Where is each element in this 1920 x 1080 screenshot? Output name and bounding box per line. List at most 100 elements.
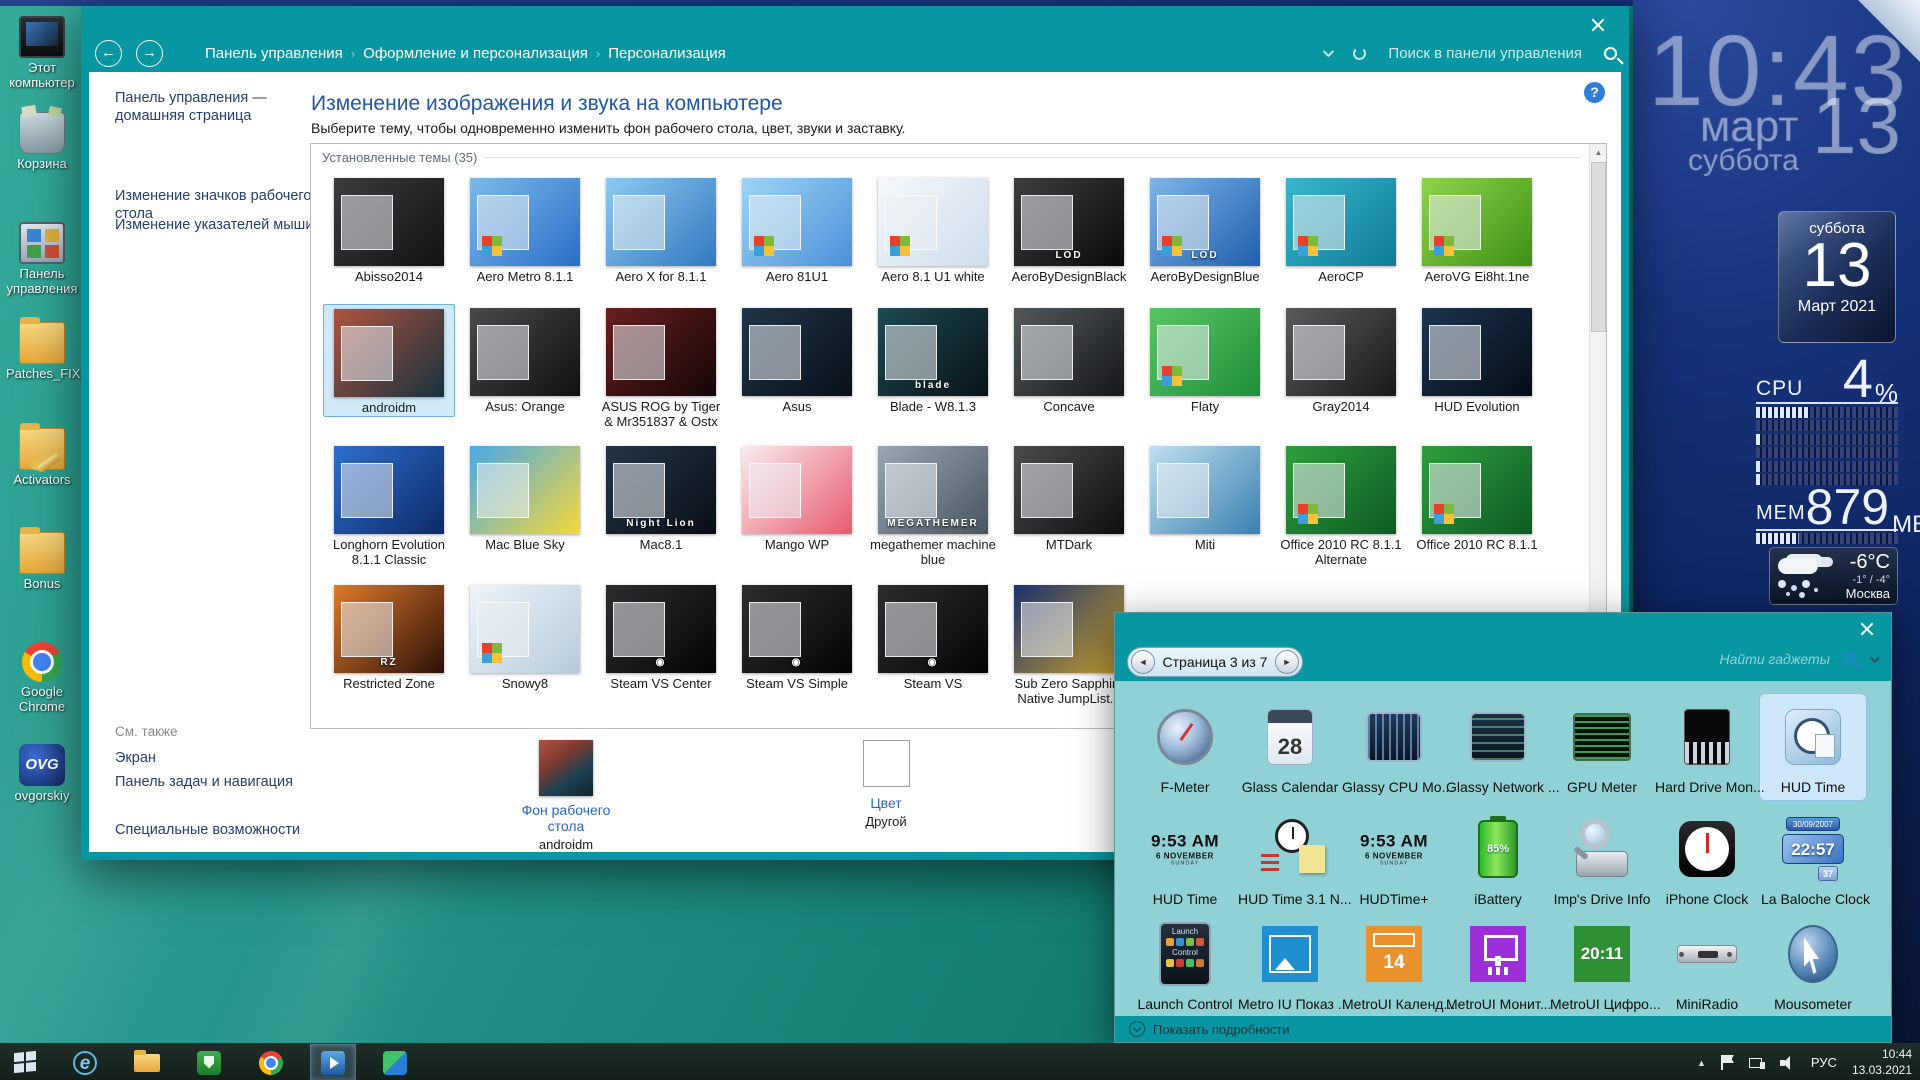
theme-tile[interactable]: MTDark: [1003, 442, 1135, 553]
theme-tile[interactable]: Asus: [731, 304, 863, 415]
theme-tile[interactable]: ◉ Steam VS: [867, 581, 999, 692]
desktop-icon-chrome[interactable]: Google Chrome: [6, 642, 78, 715]
gadget-tile[interactable]: Metro IU Показ ...: [1238, 918, 1349, 1012]
gadget-tile[interactable]: Glassy CPU Mo...: [1342, 701, 1453, 795]
theme-tile[interactable]: Night Lion Mac8.1: [595, 442, 727, 553]
gadget-tile[interactable]: Glassy Network ...: [1446, 701, 1560, 795]
search-icon[interactable]: [1844, 653, 1856, 665]
gadget-tile[interactable]: iPhone Clock: [1655, 813, 1759, 907]
desktop-icon-folder[interactable]: Bonus: [6, 527, 78, 592]
search-input[interactable]: Поиск в панели управления: [1388, 45, 1582, 62]
gadgets-search[interactable]: Найти гаджеты: [1719, 651, 1880, 667]
theme-tile[interactable]: ◉ Steam VS Center: [595, 581, 727, 692]
theme-tile[interactable]: Aero 8.1 U1 white: [867, 174, 999, 285]
sidebar-link[interactable]: Панель задач и навигация: [115, 774, 325, 792]
gadget-tile[interactable]: 9:53 AM 6 NOVEMBER SUNDAY HUDTime+: [1342, 813, 1446, 908]
refresh-icon[interactable]: [1353, 46, 1367, 60]
gadget-tile[interactable]: F-Meter: [1133, 701, 1237, 795]
theme-tile[interactable]: Miti: [1139, 442, 1271, 553]
taskbar-app-folder[interactable]: [124, 1044, 170, 1080]
action-center-icon[interactable]: [1720, 1055, 1734, 1070]
theme-tile[interactable]: ◉ Steam VS Simple: [731, 581, 863, 692]
taskbar-app-shield[interactable]: [186, 1044, 232, 1080]
breadcrumb-item[interactable]: Панель управления: [205, 45, 343, 62]
theme-tile[interactable]: MEGATHEMER megathemer machine blue: [867, 442, 999, 568]
scroll-up-icon[interactable]: ▲: [1590, 144, 1606, 161]
gadget-tile[interactable]: HUD Time 3.1 N...: [1238, 813, 1352, 907]
breadcrumb-item[interactable]: Персонализация: [608, 45, 726, 62]
sidebar-link[interactable]: Экран: [115, 750, 325, 768]
gadget-tile[interactable]: Launch Control Launch Control: [1133, 918, 1237, 1012]
theme-tile[interactable]: RZ Restricted Zone: [323, 581, 455, 692]
back-button[interactable]: ←: [95, 39, 122, 67]
theme-tile[interactable]: Aero X for 8.1.1: [595, 174, 727, 285]
scrollbar-thumb[interactable]: [1591, 162, 1606, 332]
start-button[interactable]: [0, 1044, 52, 1080]
desktop-icon-folder[interactable]: Patches_FIX: [6, 317, 80, 382]
close-icon[interactable]: [1589, 16, 1607, 34]
gadget-tile[interactable]: MetroUI Монит...: [1446, 918, 1551, 1012]
gadget-tile[interactable]: 20:11 MetroUI Цифро...: [1550, 918, 1661, 1012]
theme-tile[interactable]: Gray2014: [1275, 304, 1407, 415]
pager-prev-icon[interactable]: ◄: [1131, 650, 1155, 674]
desktop-icon-computer[interactable]: Этот компьютер: [6, 16, 78, 91]
weather-gadget[interactable]: -6°C -1° / -4° Москва: [1769, 547, 1898, 605]
theme-tile[interactable]: androidm: [323, 304, 455, 417]
forward-button[interactable]: →: [136, 39, 163, 67]
gadget-tile[interactable]: 28 Glass Calendar: [1238, 701, 1342, 795]
taskbar-app-capture[interactable]: [372, 1044, 418, 1080]
theme-tile[interactable]: blade Blade - W8.1.3: [867, 304, 999, 415]
show-details-label[interactable]: Показать подробности: [1153, 1022, 1289, 1037]
taskbar-app-ie[interactable]: e: [62, 1044, 108, 1080]
pager-next-icon[interactable]: ►: [1275, 650, 1299, 674]
network-icon[interactable]: [1748, 1056, 1765, 1069]
chevron-down-icon[interactable]: [1869, 652, 1880, 663]
theme-tile[interactable]: Concave: [1003, 304, 1135, 415]
theme-tile[interactable]: Asus: Orange: [459, 304, 591, 415]
theme-tile[interactable]: LOD AeroByDesignBlack: [1003, 174, 1135, 285]
gadget-tile[interactable]: GPU Meter: [1550, 701, 1654, 795]
theme-tile[interactable]: Abisso2014: [323, 174, 455, 285]
personalization-footer-item[interactable]: Цвет Другой: [839, 740, 933, 829]
chevron-down-icon[interactable]: [1323, 45, 1335, 58]
theme-tile[interactable]: LOD AeroByDesignBlue: [1139, 174, 1271, 285]
theme-tile[interactable]: AeroVG Ei8ht.1ne: [1411, 174, 1543, 285]
tray-clock[interactable]: 10:44 13.03.2021: [1852, 1047, 1912, 1078]
show-hidden-icons[interactable]: ▲: [1697, 1058, 1706, 1068]
gadget-tile[interactable]: Imp's Drive Info: [1550, 813, 1654, 907]
cpu-meter-gadget[interactable]: CPU 4 %: [1756, 352, 1898, 486]
search-icon[interactable]: [1604, 46, 1617, 60]
theme-tile[interactable]: Longhorn Evolution 8.1.1 Classic: [323, 442, 455, 568]
mem-meter-gadget[interactable]: MEM 879 MB: [1756, 482, 1920, 544]
personalization-footer-item[interactable]: Фон рабочего стола androidm: [519, 740, 613, 852]
calendar-gadget[interactable]: суббота 13 Март 2021: [1778, 211, 1896, 343]
gadget-tile[interactable]: Hard Drive Mon...: [1655, 701, 1765, 795]
gadget-tile[interactable]: MiniRadio: [1655, 918, 1759, 1012]
sidebar-link[interactable]: Изменение указателей мыши: [115, 217, 325, 235]
theme-tile[interactable]: Office 2010 RC 8.1.1 Alternate: [1275, 442, 1407, 568]
theme-tile[interactable]: Snowy8: [459, 581, 591, 692]
desktop-icon-folder-key[interactable]: Activators: [6, 423, 78, 488]
gadget-tile[interactable]: 9:53 AM 6 NOVEMBER SUNDAY HUD Time: [1133, 813, 1237, 908]
sidebar-link[interactable]: Панель управления — домашняя страница: [115, 90, 325, 125]
help-icon[interactable]: ?: [1584, 82, 1605, 103]
desktop-icon-recycle[interactable]: Корзина: [6, 112, 78, 172]
breadcrumb-item[interactable]: Оформление и персонализация: [363, 45, 588, 62]
volume-icon[interactable]: [1779, 1055, 1796, 1070]
gadget-tile[interactable]: HUD Time: [1761, 701, 1865, 795]
taskbar-app-media[interactable]: [310, 1044, 356, 1080]
theme-tile[interactable]: Aero 81U1: [731, 174, 863, 285]
close-icon[interactable]: [1859, 621, 1875, 637]
theme-tile[interactable]: HUD Evolution: [1411, 304, 1543, 415]
gadget-tile[interactable]: 30/09/2007 22:57 37 La Baloche Clock: [1761, 813, 1870, 907]
gadget-tile[interactable]: 14 MetroUI Календ...: [1342, 918, 1455, 1012]
desktop-icon-ovg[interactable]: OVG ovgorskiy: [6, 744, 78, 804]
desktop-icon-control-panel[interactable]: Панель управления: [6, 222, 78, 297]
theme-tile[interactable]: AeroCP: [1275, 174, 1407, 285]
theme-tile[interactable]: ASUS ROG by Tiger & Mr351837 & Ostx: [595, 304, 727, 430]
sidebar-link[interactable]: Специальные возможности: [115, 822, 325, 840]
language-indicator[interactable]: РУС: [1811, 1055, 1837, 1070]
gadgets-search-input[interactable]: Найти гаджеты: [1719, 651, 1830, 667]
gadget-tile[interactable]: Mousometer: [1761, 918, 1865, 1012]
gadget-tile[interactable]: 85% iBattery: [1446, 813, 1550, 907]
